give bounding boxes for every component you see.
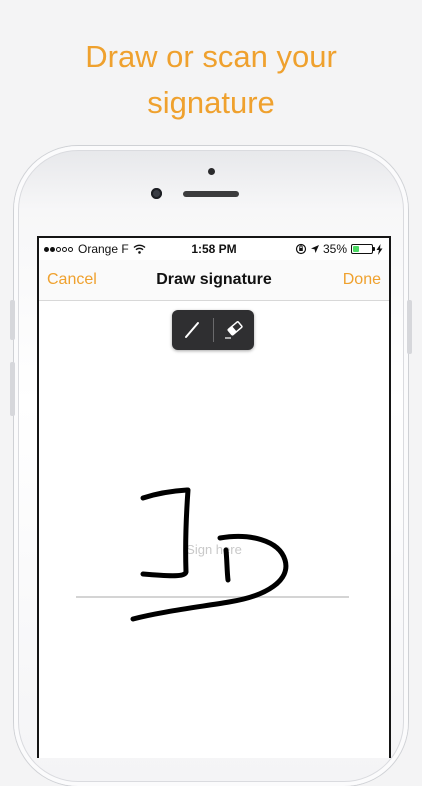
front-sensor	[208, 168, 215, 175]
signature-drawing[interactable]	[39, 238, 389, 758]
earpiece-speaker	[183, 191, 239, 197]
phone-side-button	[10, 362, 15, 416]
phone-side-button	[10, 300, 15, 340]
front-camera	[151, 188, 162, 199]
headline-line-1: Draw or scan your	[85, 39, 337, 74]
headline-line-2: signature	[147, 85, 275, 120]
promo-headline: Draw or scan your signature	[0, 34, 422, 126]
phone-side-button	[407, 300, 412, 354]
phone-screen: Orange F 1:58 PM 35% Cancel Draw signatu…	[37, 236, 391, 758]
